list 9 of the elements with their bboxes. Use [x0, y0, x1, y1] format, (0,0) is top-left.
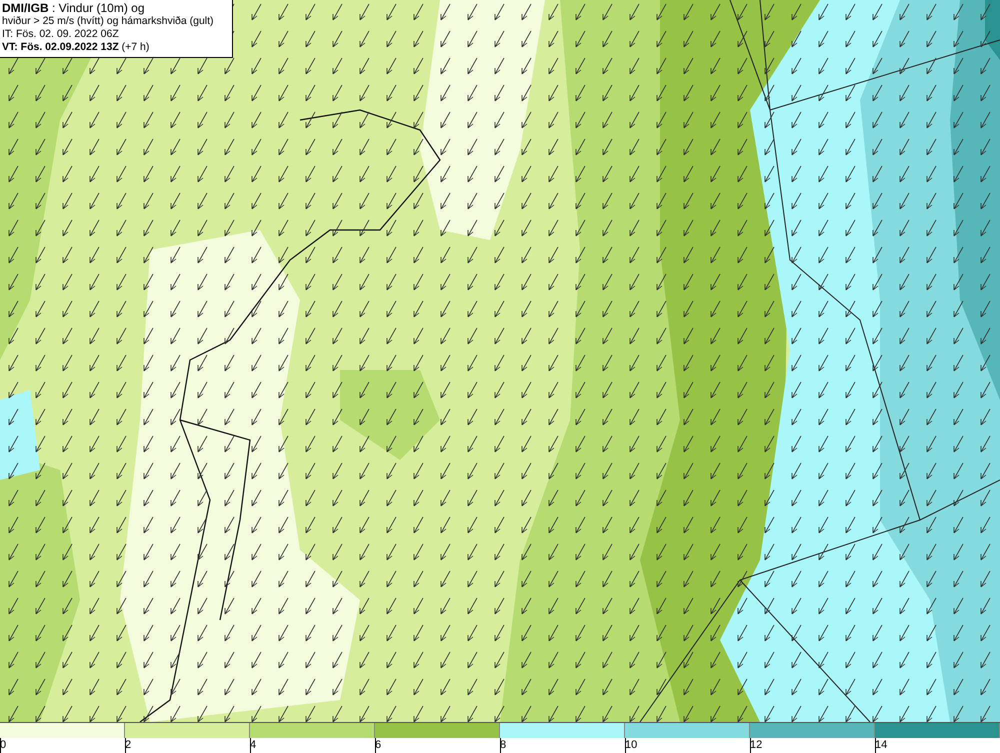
legend-tick-label: 10: [625, 739, 638, 751]
legend-tick-label: 14: [875, 739, 888, 751]
title-line: DMI/IGB : Vindur (10m) og: [2, 2, 146, 15]
legend-tick-label: 2: [125, 739, 132, 751]
title-line: VT: Fös. 02.09.2022 13Z (+7 h): [2, 41, 150, 54]
title-line: hviður > 25 m/s (hvítt) og hámarkshviða (gult): [2, 15, 215, 28]
legend-tick-label: 4: [250, 739, 256, 751]
title-line: IT: Fös. 02. 09. 2022 06Z: [2, 28, 120, 41]
legend-tick-label: 12: [750, 739, 762, 751]
